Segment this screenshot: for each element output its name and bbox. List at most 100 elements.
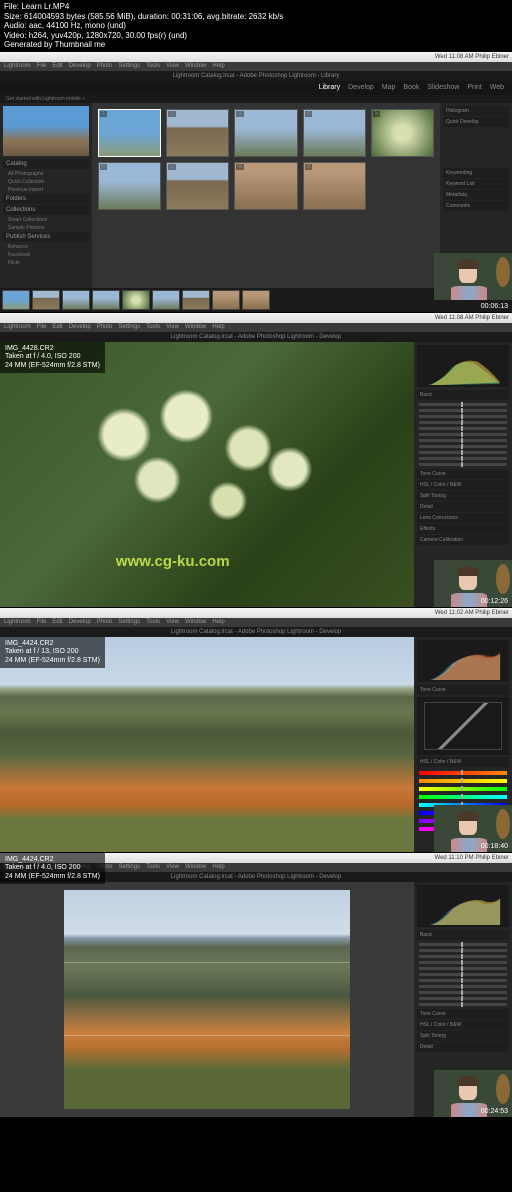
panel-camera[interactable]: Camera Calibration — [417, 535, 509, 545]
panel-tonecurve[interactable]: Tone Curve — [417, 685, 509, 695]
slider-hue-green[interactable] — [419, 795, 507, 799]
filmstrip-thumb[interactable] — [92, 290, 120, 310]
slider-exposure[interactable] — [419, 955, 507, 958]
module-book[interactable]: Book — [403, 84, 419, 91]
panel-split[interactable]: Split Toning — [417, 1031, 509, 1041]
menu-tools[interactable]: Tools — [146, 619, 160, 625]
slider-shadows[interactable] — [419, 433, 507, 436]
panel-histogram[interactable]: Histogram — [443, 106, 509, 116]
menu-help[interactable]: Help — [212, 324, 224, 330]
panel-tonecurve[interactable]: Tone Curve — [417, 1009, 509, 1019]
panel-metadata[interactable]: Metadata — [443, 190, 509, 200]
develop-loupe[interactable]: IMG_4424.CR2 Taken at f / 13, ISO 200 24… — [0, 637, 414, 852]
slider-contrast[interactable] — [419, 961, 507, 964]
grid-thumb[interactable]: 2 — [166, 109, 229, 157]
filmstrip-thumb[interactable] — [32, 290, 60, 310]
menu-view[interactable]: View — [166, 324, 179, 330]
menu-photo[interactable]: Photo — [97, 324, 113, 330]
catalog-item[interactable]: Previous Import — [3, 186, 89, 194]
menu-photo[interactable]: Photo — [97, 63, 113, 69]
app-menubar[interactable]: Lightroom File Edit Develop Photo Settin… — [0, 62, 512, 71]
grid-thumb[interactable]: 3 — [234, 109, 297, 157]
publish-item[interactable]: Behance — [3, 243, 89, 251]
panel-basic[interactable]: Basic — [417, 390, 509, 400]
module-slideshow[interactable]: Slideshow — [427, 84, 459, 91]
grid-thumb[interactable]: 4 — [303, 109, 366, 157]
catalog-item[interactable]: Quick Collection — [3, 178, 89, 186]
slider-highlights[interactable] — [419, 427, 507, 430]
panel-split[interactable]: Split Toning — [417, 491, 509, 501]
menu-lightroom[interactable]: Lightroom — [4, 63, 31, 69]
panel-quickdev[interactable]: Quick Develop — [443, 117, 509, 127]
slider-saturation[interactable] — [419, 463, 507, 466]
filmstrip-thumb[interactable] — [2, 290, 30, 310]
slider-blacks[interactable] — [419, 985, 507, 988]
slider-blacks[interactable] — [419, 445, 507, 448]
panel-detail[interactable]: Detail — [417, 1042, 509, 1052]
slider-whites[interactable] — [419, 979, 507, 982]
slider-vibrance[interactable] — [419, 457, 507, 460]
publish-item[interactable]: Flickr — [3, 259, 89, 267]
grid-thumb[interactable]: 8 — [234, 162, 297, 210]
slider-highlights[interactable] — [419, 967, 507, 970]
panel-detail[interactable]: Detail — [417, 502, 509, 512]
slider-hue-orange[interactable] — [419, 779, 507, 783]
app-menubar[interactable]: Lightroom File Edit Develop Photo Settin… — [0, 323, 512, 332]
slider-shadows[interactable] — [419, 973, 507, 976]
slider-contrast[interactable] — [419, 421, 507, 424]
panel-basic[interactable]: Basic — [417, 930, 509, 940]
collection-item[interactable]: Smart Collections — [3, 216, 89, 224]
module-map[interactable]: Map — [382, 84, 396, 91]
menu-help[interactable]: Help — [212, 619, 224, 625]
grid-thumb[interactable]: 6 — [98, 162, 161, 210]
app-menubar[interactable]: Lightroom File Edit Develop Photo Settin… — [0, 618, 512, 627]
menu-view[interactable]: View — [166, 619, 179, 625]
module-web[interactable]: Web — [490, 84, 504, 91]
menu-develop[interactable]: Develop — [69, 63, 91, 69]
module-library[interactable]: Library — [319, 84, 340, 91]
panel-hsl[interactable]: HSL / Color / B&W — [417, 1020, 509, 1030]
slider-tint[interactable] — [419, 949, 507, 952]
menu-develop[interactable]: Develop — [69, 619, 91, 625]
menu-tools[interactable]: Tools — [146, 63, 160, 69]
menu-file[interactable]: File — [37, 619, 47, 625]
develop-loupe[interactable]: IMG_4428.CR2 Taken at f / 4.0, ISO 200 2… — [0, 342, 414, 607]
catalog-item[interactable]: All Photographs — [3, 170, 89, 178]
menu-settings[interactable]: Settings — [118, 619, 140, 625]
menu-develop[interactable]: Develop — [69, 324, 91, 330]
slider-temp[interactable] — [419, 943, 507, 946]
slider-whites[interactable] — [419, 439, 507, 442]
menu-file[interactable]: File — [37, 63, 47, 69]
panel-catalog[interactable]: Catalog — [3, 159, 89, 169]
grid-thumb[interactable]: 1 — [98, 109, 161, 157]
panel-publish[interactable]: Publish Services — [3, 232, 89, 242]
module-develop[interactable]: Develop — [348, 84, 374, 91]
menu-tools[interactable]: Tools — [146, 864, 160, 870]
grid-thumb[interactable]: 5 — [371, 109, 434, 157]
histogram[interactable] — [417, 640, 509, 682]
menu-window[interactable]: Window — [185, 619, 206, 625]
menu-settings[interactable]: Settings — [118, 864, 140, 870]
filmstrip-thumb[interactable] — [182, 290, 210, 310]
panel-keywordlist[interactable]: Keyword List — [443, 179, 509, 189]
menu-window[interactable]: Window — [185, 324, 206, 330]
filmstrip-thumb[interactable] — [122, 290, 150, 310]
slider-vibrance[interactable] — [419, 997, 507, 1000]
menu-edit[interactable]: Edit — [52, 63, 62, 69]
photo-mountain-crop[interactable] — [64, 890, 351, 1109]
panel-folders[interactable]: Folders — [3, 194, 89, 204]
menu-settings[interactable]: Settings — [118, 324, 140, 330]
menu-window[interactable]: Window — [185, 864, 206, 870]
publish-item[interactable]: Facebook — [3, 251, 89, 259]
grid-thumb[interactable]: 9 — [303, 162, 366, 210]
mobile-link[interactable]: Get started with Lightroom mobile » — [0, 95, 512, 103]
slider-hue-yellow[interactable] — [419, 787, 507, 791]
filmstrip-thumb[interactable] — [242, 290, 270, 310]
library-grid[interactable]: 1 2 3 4 5 6 7 8 9 — [92, 103, 440, 288]
navigator-preview[interactable] — [3, 106, 89, 156]
collection-item[interactable]: Sample Pictures — [3, 224, 89, 232]
menu-photo[interactable]: Photo — [97, 619, 113, 625]
menu-view[interactable]: View — [166, 864, 179, 870]
panel-effects[interactable]: Effects — [417, 524, 509, 534]
menu-help[interactable]: Help — [212, 864, 224, 870]
